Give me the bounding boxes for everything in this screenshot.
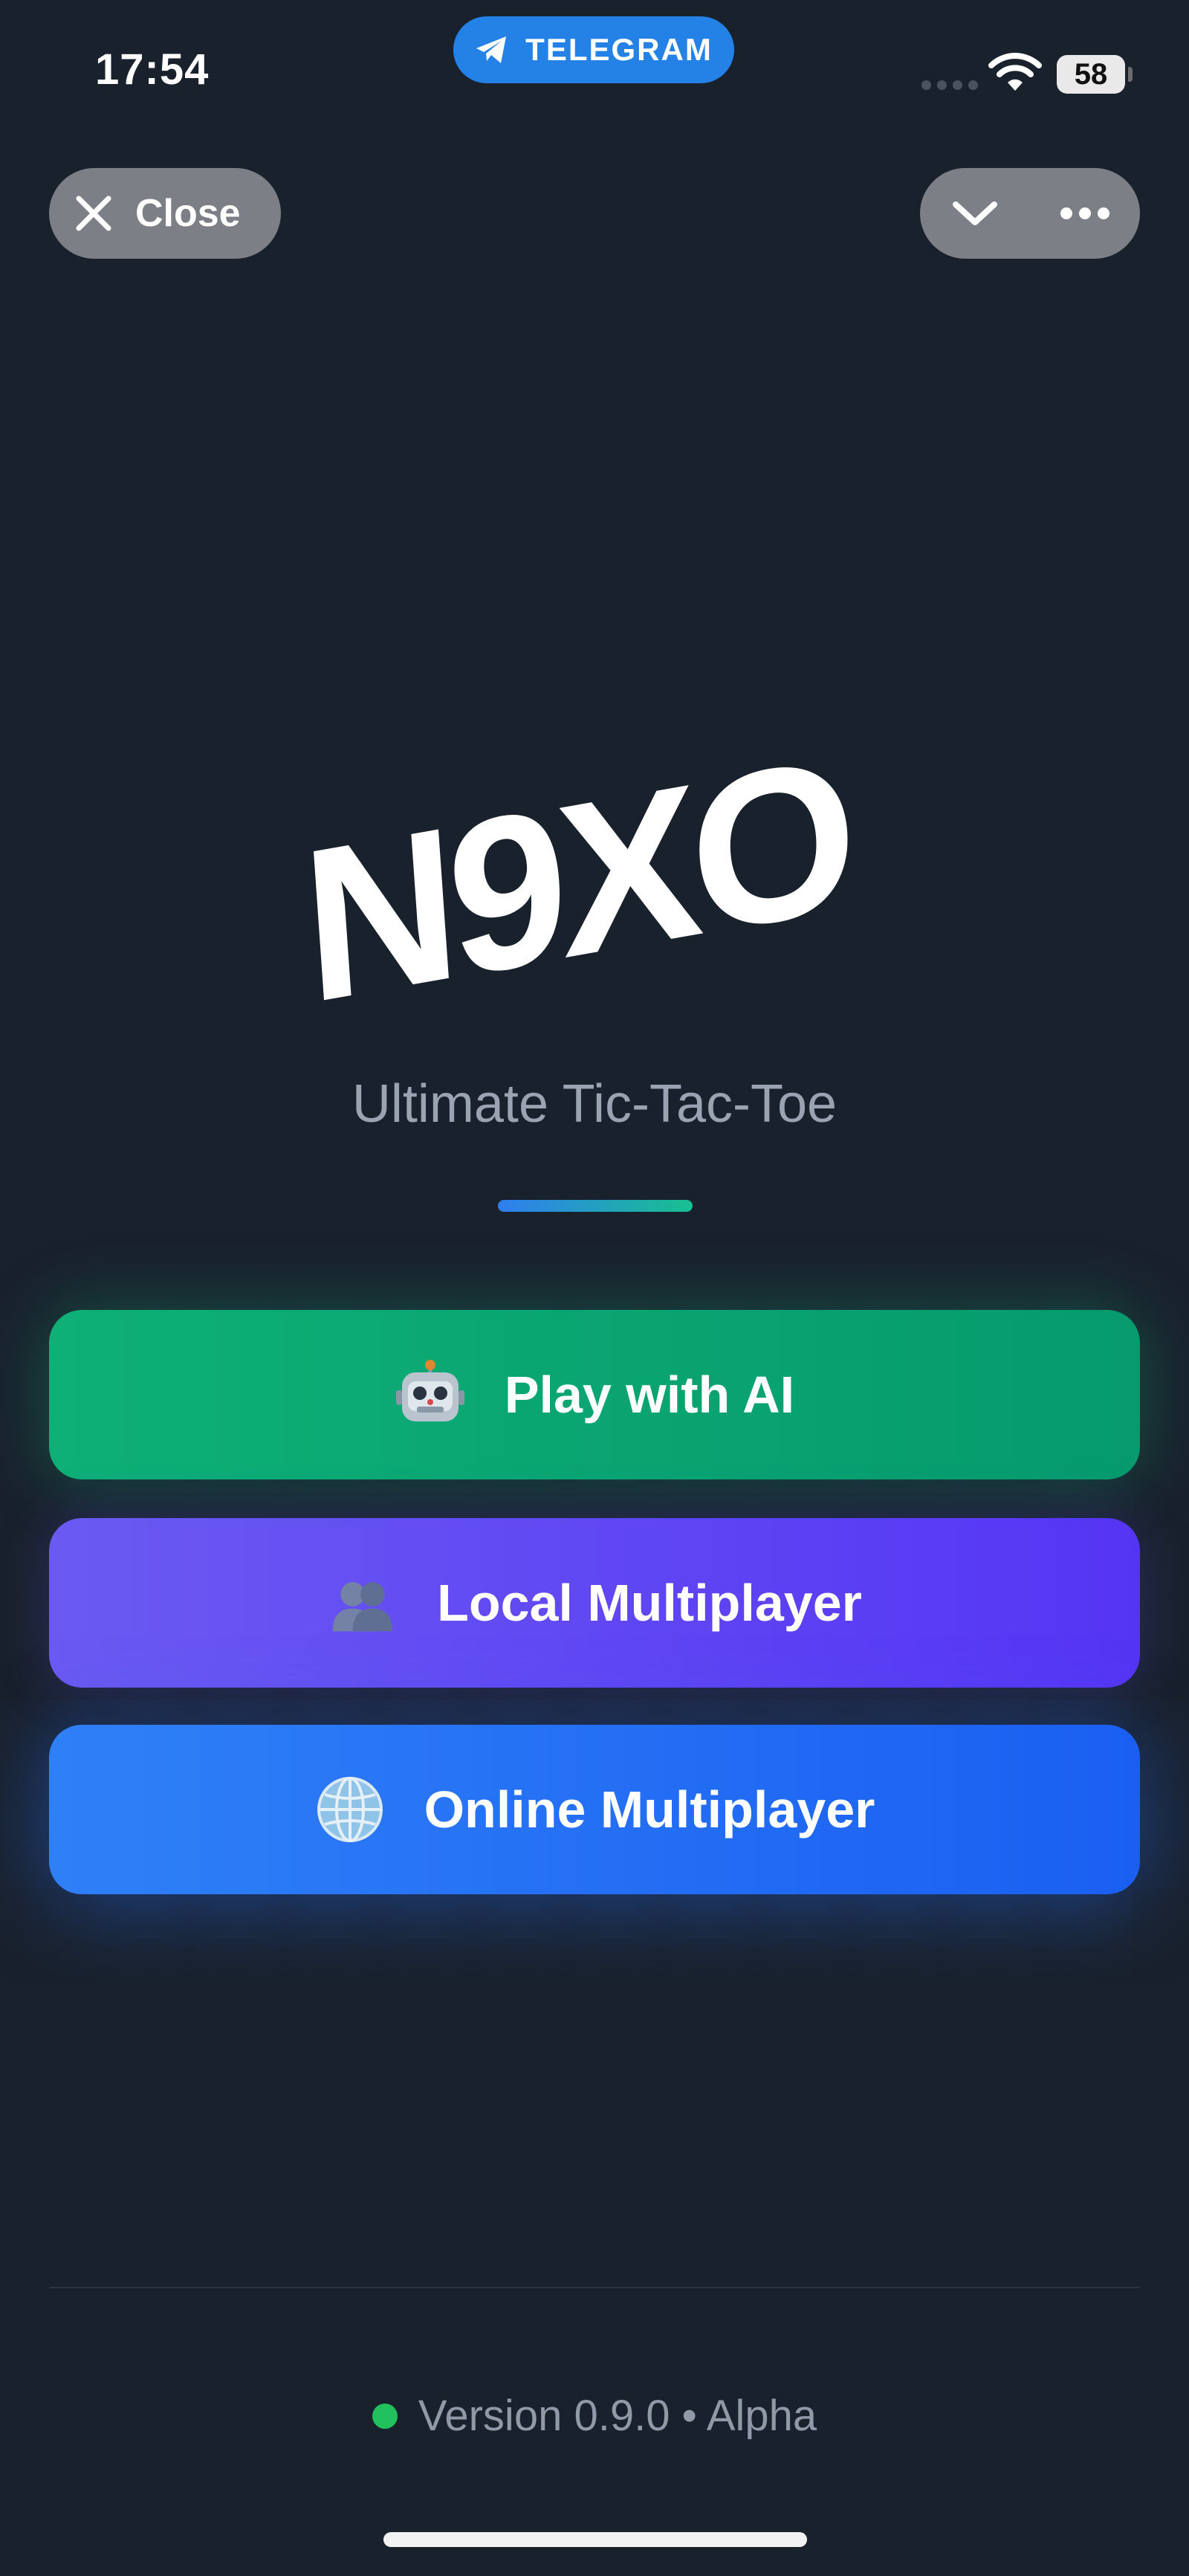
people-icon [327,1567,398,1639]
mode-label: Local Multiplayer [437,1574,862,1632]
local-multiplayer-button[interactable]: Local Multiplayer [49,1518,1140,1688]
collapse-button[interactable] [920,168,1030,259]
battery-tip [1128,67,1133,82]
globe-icon [314,1774,386,1845]
app-subtitle: Ultimate Tic-Tac-Toe [351,1074,838,1134]
battery-icon: 58 [1057,55,1125,94]
online-status-dot [372,2403,398,2429]
battery-level: 58 [1074,57,1108,91]
more-icon [1060,207,1109,219]
telegram-label: TELEGRAM [525,32,713,67]
close-label: Close [135,192,241,235]
chevron-down-icon [953,201,997,225]
logo-text: N9XO [297,736,859,1048]
more-options-button[interactable] [1030,168,1140,259]
telegram-mini-app-screen: 17:54 TELEGRAM 58 Close N9XO Ultimate Ti… [0,0,1189,2576]
telegram-app-pill[interactable]: TELEGRAM [453,16,734,83]
close-icon [76,196,111,231]
footer-divider [49,2287,1140,2288]
play-with-ai-button[interactable]: Play with AI [49,1310,1140,1479]
mode-label: Online Multiplayer [424,1781,875,1839]
close-button[interactable]: Close [49,168,281,259]
version-info: Version 0.9.0 • Alpha [0,2391,1189,2441]
app-logo: N9XO [297,736,859,1048]
home-indicator[interactable] [383,2532,807,2547]
status-time: 17:54 [95,45,210,94]
version-text: Version 0.9.0 • Alpha [418,2392,817,2440]
menu-pill [920,168,1140,259]
cellular-signal-icon [921,80,978,90]
wifi-icon [988,53,1042,91]
robot-icon [395,1359,466,1430]
online-multiplayer-button[interactable]: Online Multiplayer [49,1725,1140,1894]
telegram-icon [476,36,507,63]
mode-label: Play with AI [504,1366,795,1424]
accent-divider [498,1200,693,1212]
